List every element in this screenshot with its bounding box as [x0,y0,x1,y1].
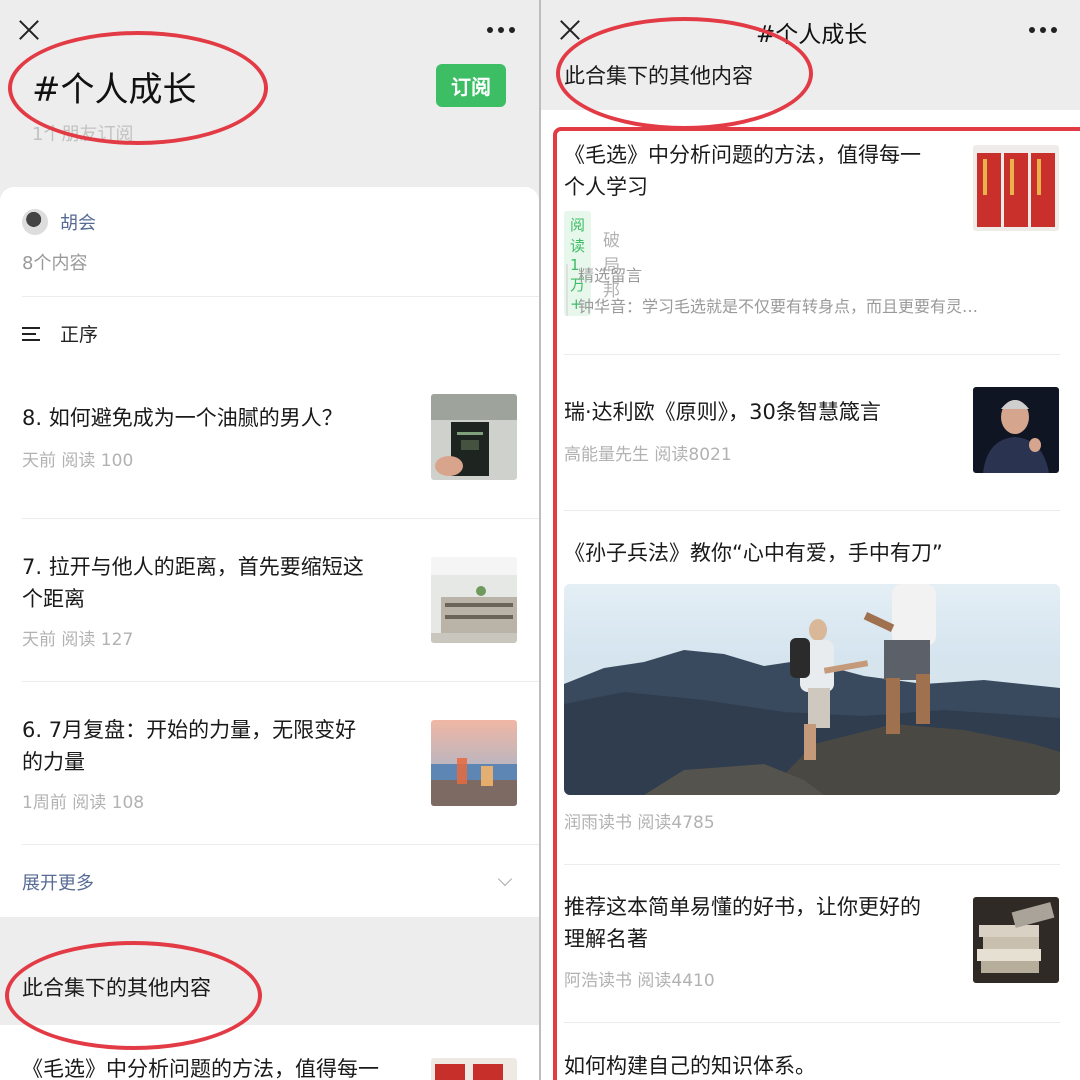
author-row[interactable]: 胡会 [22,209,96,235]
collection-title: #个人成长 [32,70,197,110]
more-options-icon[interactable] [487,27,515,33]
article-meta: 1周前 阅读 108 [22,793,145,813]
article-cover-image [564,584,1060,795]
left-panel: #个人成长 订阅 1个朋友订阅 胡会 8个内容 正序 8. 如何避免成为一个油腻… [0,0,539,1080]
divider [564,354,1060,355]
close-icon[interactable] [557,17,583,43]
divider [22,296,539,297]
article-title: 6. 7月复盘：开始的力量，无限变好 的力量 [22,718,357,774]
other-content-header: 此合集下的其他内容 [22,976,211,1000]
article-meta: 天前 阅读 100 [22,451,134,471]
article-meta: 阿浩读书 阅读4410 [564,971,715,991]
article-thumbnail [431,394,517,480]
article-thumbnail [973,387,1059,473]
close-icon[interactable] [16,17,42,43]
featured-comments-label: 精选留言 [578,266,643,285]
page-title: #个人成长 [756,22,868,48]
author-name: 胡会 [60,213,96,234]
right-panel: #个人成长 此合集下的其他内容 《毛选》中分析问题的方法，值得每一 个人学习 阅… [541,0,1080,1080]
article-meta: 天前 阅读 127 [22,630,134,650]
article-thumbnail [973,897,1059,983]
article-title: 推荐这本简单易懂的好书，让你更好的 理解名著 [564,895,921,951]
article-meta: 润雨读书 阅读4785 [564,813,715,833]
other-content-header: 此合集下的其他内容 [564,64,753,88]
sort-order-icon [22,325,44,343]
divider [564,864,1060,865]
divider [22,844,539,845]
article-thumbnail [431,557,517,643]
article-title: 7. 拉开与他人的距离，首先要缩短这 个距离 [22,555,364,611]
sort-label: 正序 [60,324,99,346]
featured-comment-text[interactable]: 钟华音：学习毛选就是不仅要有转身点，而且更要有灵… [578,293,1058,317]
expand-more-link[interactable]: 展开更多 [22,869,94,895]
friends-subscribed-text: 1个朋友订阅 [32,124,134,145]
comment-quote-bar [566,264,568,316]
article-title: 8. 如何避免成为一个油腻的男人？ [22,406,343,430]
subscribe-button[interactable]: 订阅 [436,64,506,107]
screenshot-root: #个人成长 订阅 1个朋友订阅 胡会 8个内容 正序 8. 如何避免成为一个油腻… [0,0,1080,1080]
divider [564,1022,1060,1023]
divider [22,518,539,519]
article-title: 《孙子兵法》教你“心中有爱，手中有刀” [564,541,943,565]
article-thumbnail [973,145,1059,231]
article-thumbnail [431,720,517,806]
article-title: 瑞·达利欧《原则》，30条智慧箴言 [564,400,881,424]
sort-toggle[interactable]: 正序 [22,320,98,347]
divider [22,681,539,682]
article-title: 《毛选》中分析问题的方法，值得每一 个人学习 [564,143,921,199]
content-count: 8个内容 [22,253,88,274]
article-title: 如何构建自己的知识体系。 [564,1054,816,1078]
article-meta: 高能量先生 阅读8021 [564,445,732,465]
article-title: 《毛选》中分析问题的方法，值得每一 [22,1057,379,1080]
article-thumbnail [431,1058,517,1080]
divider [564,510,1060,511]
more-options-icon[interactable] [1029,27,1057,33]
avatar [22,209,48,235]
